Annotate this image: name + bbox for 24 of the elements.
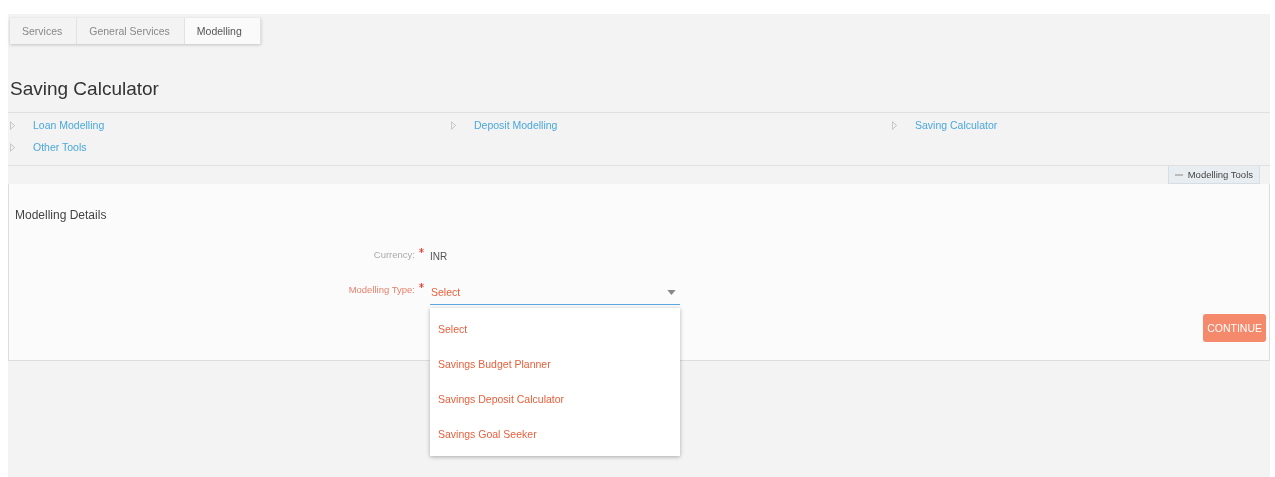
section-title: Modelling Details [15, 208, 108, 222]
modelling-tools-tab[interactable]: Modelling Tools [1167, 166, 1260, 184]
tool-link[interactable]: Deposit Modelling [474, 119, 558, 131]
tool-link[interactable]: Loan Modelling [33, 119, 105, 131]
breadcrumb-item[interactable]: General Services [77, 18, 185, 44]
dropdown-option[interactable]: Savings Budget Planner [430, 347, 680, 382]
dropdown-option[interactable]: Select [430, 312, 680, 347]
continue-button[interactable]: CONTINUE [1203, 314, 1266, 342]
triangle-icon [451, 120, 456, 130]
modelling-type-label: Modelling Type: [347, 284, 415, 295]
triangle-icon [10, 120, 15, 130]
triangle-icon [10, 142, 15, 152]
dropdown-option[interactable]: Savings Goal Seeker [430, 417, 680, 452]
currency-label: Currency: [372, 249, 415, 260]
tool-link[interactable]: Saving Calculator [915, 119, 998, 131]
modelling-type-select[interactable]: Select [430, 282, 680, 305]
page-title: Saving Calculator [10, 78, 160, 100]
breadcrumb-item[interactable]: Services [10, 18, 78, 44]
triangle-icon [892, 120, 897, 130]
dropdown-option[interactable]: Savings Deposit Calculator [430, 382, 680, 417]
tool-link[interactable]: Other Tools [33, 141, 87, 153]
currency-value: INR [430, 251, 448, 262]
breadcrumb-item[interactable]: Modelling [184, 18, 261, 44]
caret-icon [667, 289, 676, 295]
